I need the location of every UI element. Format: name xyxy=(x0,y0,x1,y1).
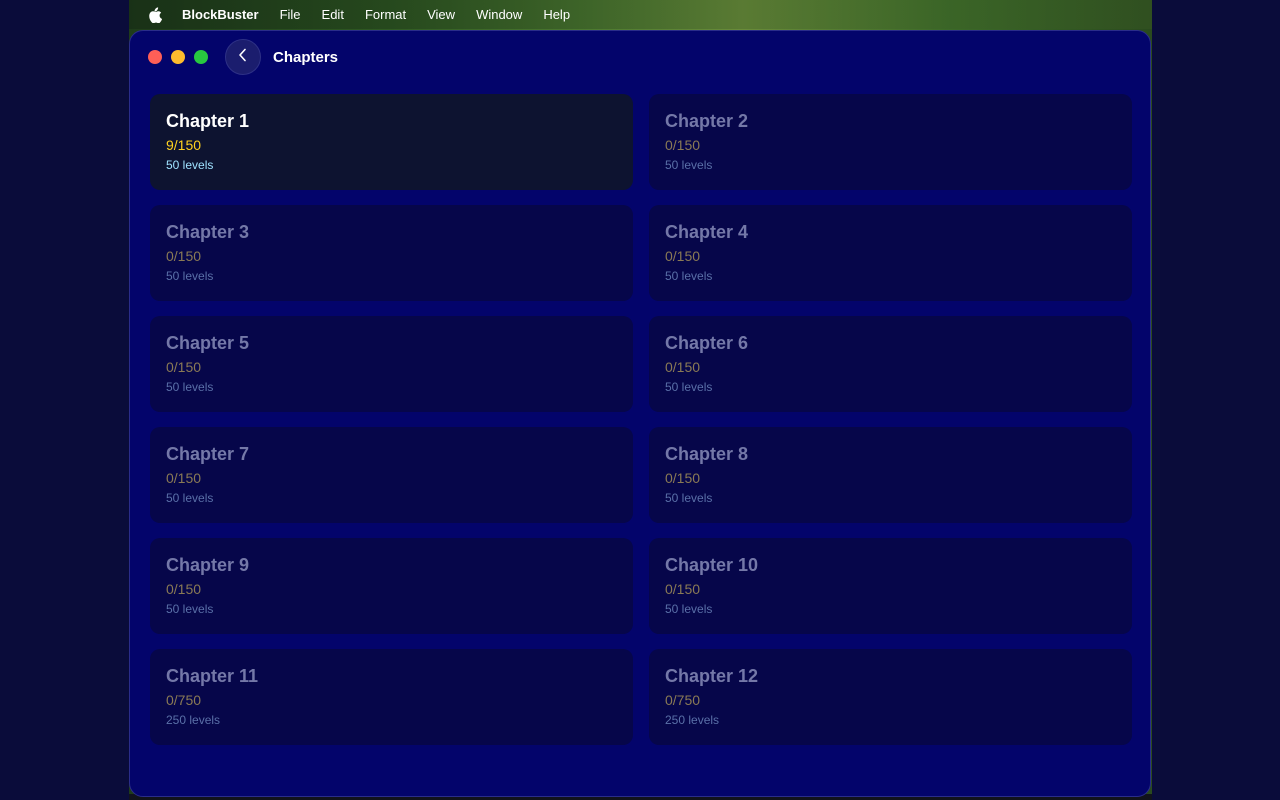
chapter-levels: 50 levels xyxy=(665,602,713,616)
chapter-title: Chapter 7 xyxy=(166,444,250,464)
chapter-title: Chapter 6 xyxy=(665,333,749,353)
menu-view[interactable]: View xyxy=(427,7,455,22)
chevron-left-icon xyxy=(237,48,249,67)
chapter-progress: 0/150 xyxy=(166,359,202,375)
window-controls xyxy=(148,50,208,64)
apple-icon[interactable] xyxy=(147,6,163,23)
chapter-levels: 50 levels xyxy=(166,269,214,283)
menu-edit[interactable]: Edit xyxy=(322,7,344,22)
chapter-card[interactable]: Chapter 4 0/150 50 levels xyxy=(649,205,1132,301)
chapter-card[interactable]: Chapter 11 0/750 250 levels xyxy=(150,649,633,745)
chapter-levels: 50 levels xyxy=(665,269,713,283)
chapter-title: Chapter 12 xyxy=(665,666,759,686)
chapter-card[interactable]: Chapter 7 0/150 50 levels xyxy=(150,427,633,523)
chapter-progress: 0/150 xyxy=(665,581,701,597)
minimize-window-button[interactable] xyxy=(171,50,185,64)
title-bar: Chapters xyxy=(130,31,1150,83)
chapter-card[interactable]: Chapter 6 0/150 50 levels xyxy=(649,316,1132,412)
chapter-title: Chapter 10 xyxy=(665,555,759,575)
chapter-levels: 50 levels xyxy=(665,158,713,172)
chapter-levels: 250 levels xyxy=(166,713,221,727)
menu-bar: BlockBuster File Edit Format View Window… xyxy=(129,0,1152,29)
chapter-title: Chapter 1 xyxy=(166,111,250,131)
chapter-levels: 250 levels xyxy=(665,713,720,727)
chapter-levels: 50 levels xyxy=(166,491,214,505)
chapter-progress: 0/150 xyxy=(166,248,202,264)
menu-app-name[interactable]: BlockBuster xyxy=(182,7,259,22)
chapter-title: Chapter 2 xyxy=(665,111,749,131)
chapter-progress: 0/150 xyxy=(665,359,701,375)
menu-format[interactable]: Format xyxy=(365,7,406,22)
chapter-title: Chapter 11 xyxy=(166,666,259,686)
chapter-card[interactable]: Chapter 12 0/750 250 levels xyxy=(649,649,1132,745)
zoom-window-button[interactable] xyxy=(194,50,208,64)
page-title: Chapters xyxy=(273,48,339,66)
chapter-levels: 50 levels xyxy=(166,602,214,616)
chapter-progress: 0/150 xyxy=(665,137,701,153)
chapter-title: Chapter 3 xyxy=(166,222,250,242)
chapter-progress: 0/150 xyxy=(166,470,202,486)
chapter-card[interactable]: Chapter 10 0/150 50 levels xyxy=(649,538,1132,634)
chapter-progress: 0/150 xyxy=(665,248,701,264)
chapter-card[interactable]: Chapter 2 0/150 50 levels xyxy=(649,94,1132,190)
close-window-button[interactable] xyxy=(148,50,162,64)
chapter-levels: 50 levels xyxy=(166,380,214,394)
menu-help[interactable]: Help xyxy=(543,7,570,22)
chapter-card[interactable]: Chapter 8 0/150 50 levels xyxy=(649,427,1132,523)
chapter-progress: 0/150 xyxy=(665,470,701,486)
chapter-card[interactable]: Chapter 5 0/150 50 levels xyxy=(150,316,633,412)
chapter-title: Chapter 4 xyxy=(665,222,749,242)
chapter-title: Chapter 5 xyxy=(166,333,250,353)
chapter-card[interactable]: Chapter 9 0/150 50 levels xyxy=(150,538,633,634)
chapter-card[interactable]: Chapter 1 9/150 50 levels xyxy=(150,94,633,190)
back-button[interactable] xyxy=(225,39,261,75)
chapter-title: Chapter 8 xyxy=(665,444,749,464)
chapter-levels: 50 levels xyxy=(166,158,214,172)
chapter-levels: 50 levels xyxy=(665,491,713,505)
chapter-title: Chapter 9 xyxy=(166,555,250,575)
chapter-progress: 0/150 xyxy=(166,581,202,597)
menu-file[interactable]: File xyxy=(280,7,301,22)
chapter-levels: 50 levels xyxy=(665,380,713,394)
menu-window[interactable]: Window xyxy=(476,7,522,22)
chapter-progress: 9/150 xyxy=(166,137,202,153)
chapter-progress: 0/750 xyxy=(665,692,701,708)
chapter-grid: Chapter 1 9/150 50 levels Chapter 2 0/150 50 … xyxy=(150,94,1132,745)
chapter-progress: 0/750 xyxy=(166,692,202,708)
chapter-card[interactable]: Chapter 3 0/150 50 levels xyxy=(150,205,633,301)
app-window: Chapters Chapter 1 9/150 50 levels Chapter … xyxy=(129,30,1151,797)
